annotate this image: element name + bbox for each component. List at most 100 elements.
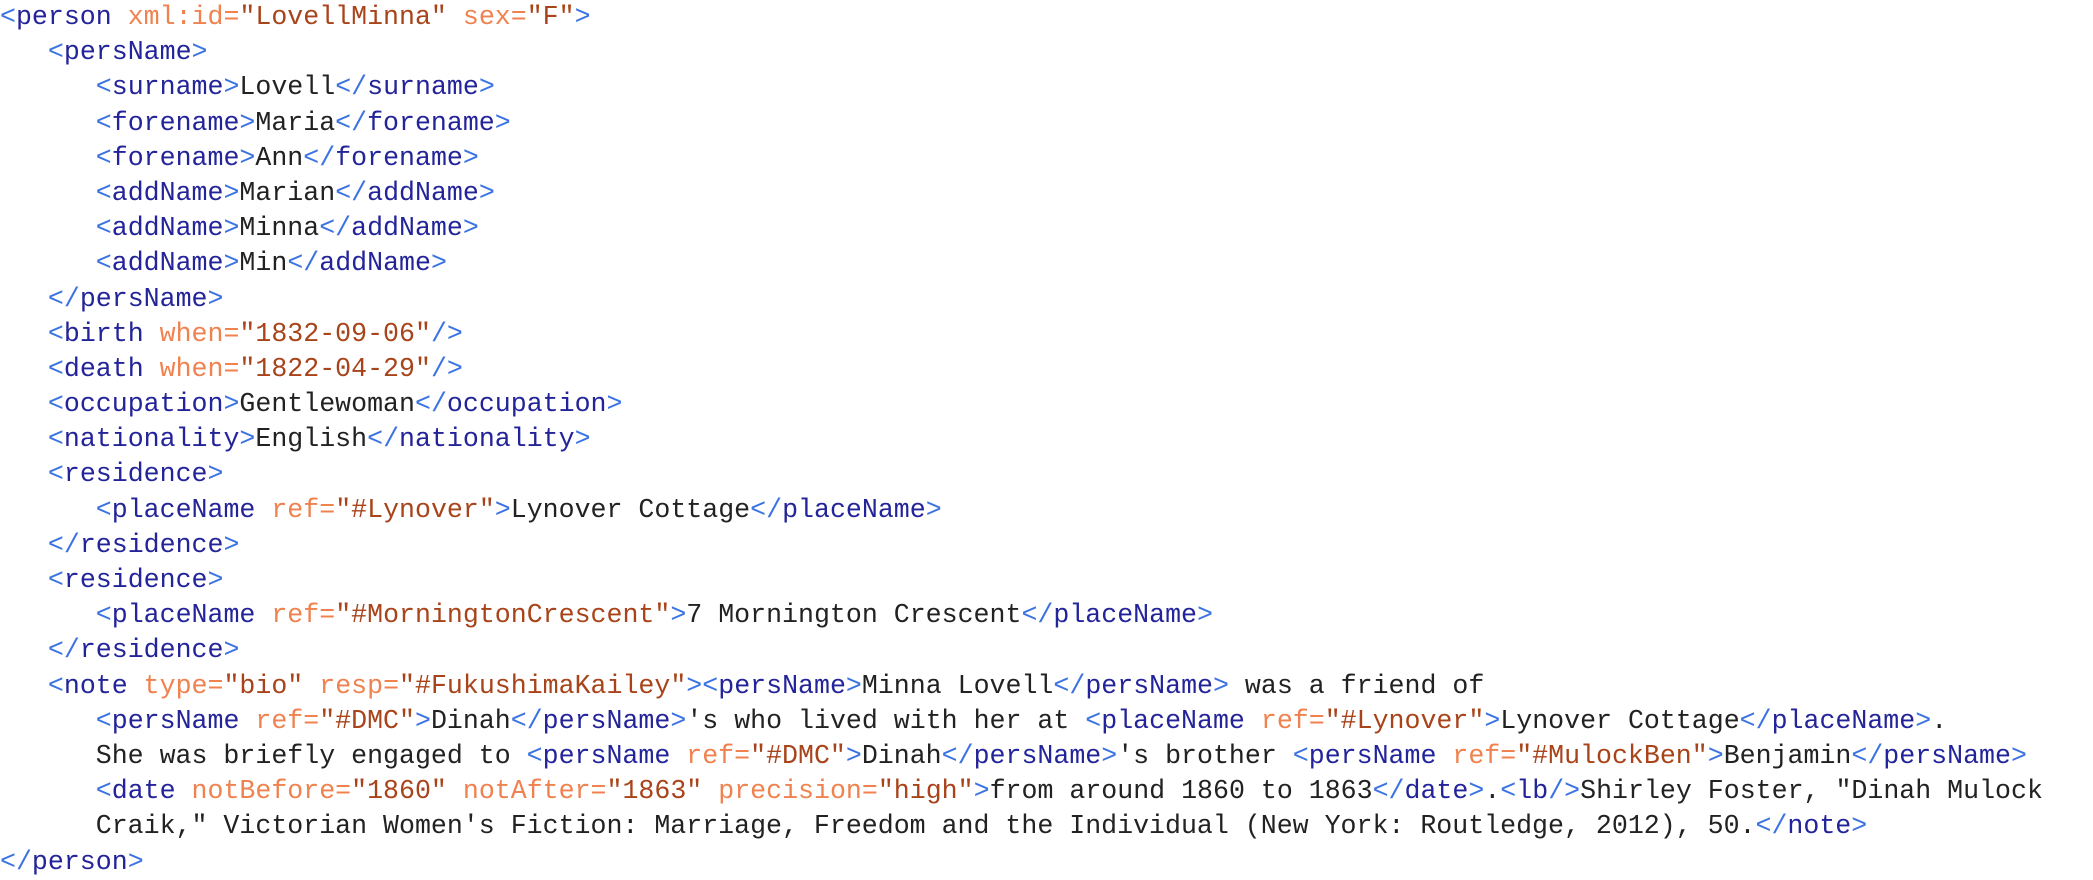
xml-bracket: >	[670, 705, 687, 736]
xml-bracket: />	[430, 353, 463, 384]
xml-bracket: </	[1372, 776, 1405, 807]
xml-text-content: Min	[239, 248, 288, 279]
code-line: <persName ref="#DMC">Dinah</persName>'s …	[0, 704, 2093, 739]
xml-text-content: Dinah	[861, 740, 942, 771]
xml-bracket: <	[1085, 705, 1102, 736]
xml-attribute-name: ref=	[255, 705, 320, 736]
xml-bracket: >	[239, 142, 256, 173]
xml-text-content: English	[255, 424, 368, 455]
xml-text-content: .	[1484, 776, 1501, 807]
xml-bracket: >	[223, 213, 240, 244]
xml-element-name: placeName	[111, 600, 256, 631]
xml-bracket: >	[223, 177, 240, 208]
xml-element-name: date	[1404, 776, 1469, 807]
xml-element-name: nationality	[399, 424, 575, 455]
xml-element-name: addName	[351, 213, 463, 244]
xml-text-content: Dinah	[430, 705, 511, 736]
xml-element-name: placeName	[1771, 705, 1916, 736]
xml-element-name: persName	[79, 283, 208, 314]
code-line: <persName>	[0, 35, 2093, 70]
xml-text-content: Minna	[239, 213, 320, 244]
xml-bracket: >	[414, 705, 431, 736]
xml-bracket: >	[845, 670, 862, 701]
xml-bracket: </	[287, 248, 320, 279]
xml-bracket: >	[478, 72, 495, 103]
xml-element-name: note	[63, 670, 128, 701]
xml-bracket: </	[510, 705, 543, 736]
xml-bracket: >	[223, 248, 240, 279]
xml-element-name: persName	[542, 740, 671, 771]
xml-text-content: 's who lived with her at	[686, 705, 1086, 736]
xml-text-content: .	[1931, 705, 1948, 736]
xml-bracket: </	[1755, 811, 1788, 842]
xml-element-name: occupation	[446, 389, 607, 420]
xml-bracket: </	[335, 177, 368, 208]
code-line: <note type="bio" resp="#FukushimaKailey"…	[0, 669, 2093, 704]
xml-attribute-name: notAfter=	[462, 776, 607, 807]
xml-bracket: </	[941, 740, 974, 771]
code-line: <placeName ref="#Lynover">Lynover Cottag…	[0, 493, 2093, 528]
xml-attribute-name: sex=	[462, 2, 527, 32]
xml-bracket: <	[47, 459, 64, 490]
xml-element-name: persName	[542, 705, 671, 736]
xml-bracket: <	[47, 37, 64, 68]
code-line: </persName>	[0, 282, 2093, 317]
xml-attribute-name: ref=	[271, 600, 336, 631]
xml-bracket: >	[574, 424, 591, 455]
xml-bracket: </	[303, 142, 336, 173]
xml-bracket: >	[1197, 600, 1213, 631]
code-line: <addName>Min</addName>	[0, 246, 2093, 281]
xml-element-name: addName	[111, 213, 224, 244]
xml-bracket: >	[239, 107, 256, 138]
xml-element-name: forename	[335, 142, 463, 173]
xml-attribute-value: "1863"	[606, 776, 703, 807]
xml-element-name: residence	[79, 529, 224, 560]
xml-bracket: </	[367, 424, 400, 455]
xml-text-content: Lovell	[239, 72, 336, 103]
xml-bracket: <	[95, 177, 112, 208]
xml-attribute-value: "1832-09-06"	[239, 318, 431, 349]
xml-bracket: >	[1851, 811, 1868, 842]
xml-attribute-name: precision=	[718, 776, 878, 807]
xml-text-content: Shirley Foster, "Dinah Mulock	[1580, 776, 2043, 807]
xml-element-name: residence	[79, 635, 224, 666]
xml-bracket: >	[127, 846, 144, 877]
code-line: <person xml:id="LovellMinna" sex="F">	[0, 0, 2093, 35]
xml-bracket: <	[47, 670, 64, 701]
xml-bracket: <	[95, 705, 112, 736]
xml-bracket: >	[574, 2, 591, 32]
xml-attribute-name: ref=	[1452, 740, 1517, 771]
xml-attribute-value: "#MorningtonCrescent"	[335, 600, 671, 631]
xml-element-name: addName	[367, 177, 479, 208]
xml-bracket: <	[47, 318, 64, 349]
xml-bracket: </	[319, 213, 352, 244]
xml-element-name: persName	[718, 670, 846, 701]
xml-bracket: >	[239, 424, 256, 455]
xml-bracket: <	[0, 2, 16, 32]
code-line: </residence>	[0, 633, 2093, 668]
code-line: <surname>Lovell</surname>	[0, 70, 2093, 105]
xml-bracket: >	[207, 459, 224, 490]
xml-bracket: >	[223, 72, 240, 103]
xml-text-content: Lynover Cottage	[1500, 705, 1740, 736]
xml-text-content: Marian	[239, 177, 336, 208]
xml-bracket: </	[47, 283, 80, 314]
xml-text-content: Gentlewoman	[239, 389, 415, 420]
xml-element-name: placeName	[1101, 705, 1245, 736]
xml-element-name: note	[1787, 811, 1852, 842]
xml-bracket: >	[1915, 705, 1932, 736]
xml-element-name: addName	[319, 248, 431, 279]
xml-code-view: <person xml:id="LovellMinna" sex="F"> <p…	[0, 0, 2093, 877]
xml-text-content: Craik," Victorian Women's Fiction: Marri…	[95, 811, 1756, 842]
xml-attribute-value: "1860"	[351, 776, 447, 807]
